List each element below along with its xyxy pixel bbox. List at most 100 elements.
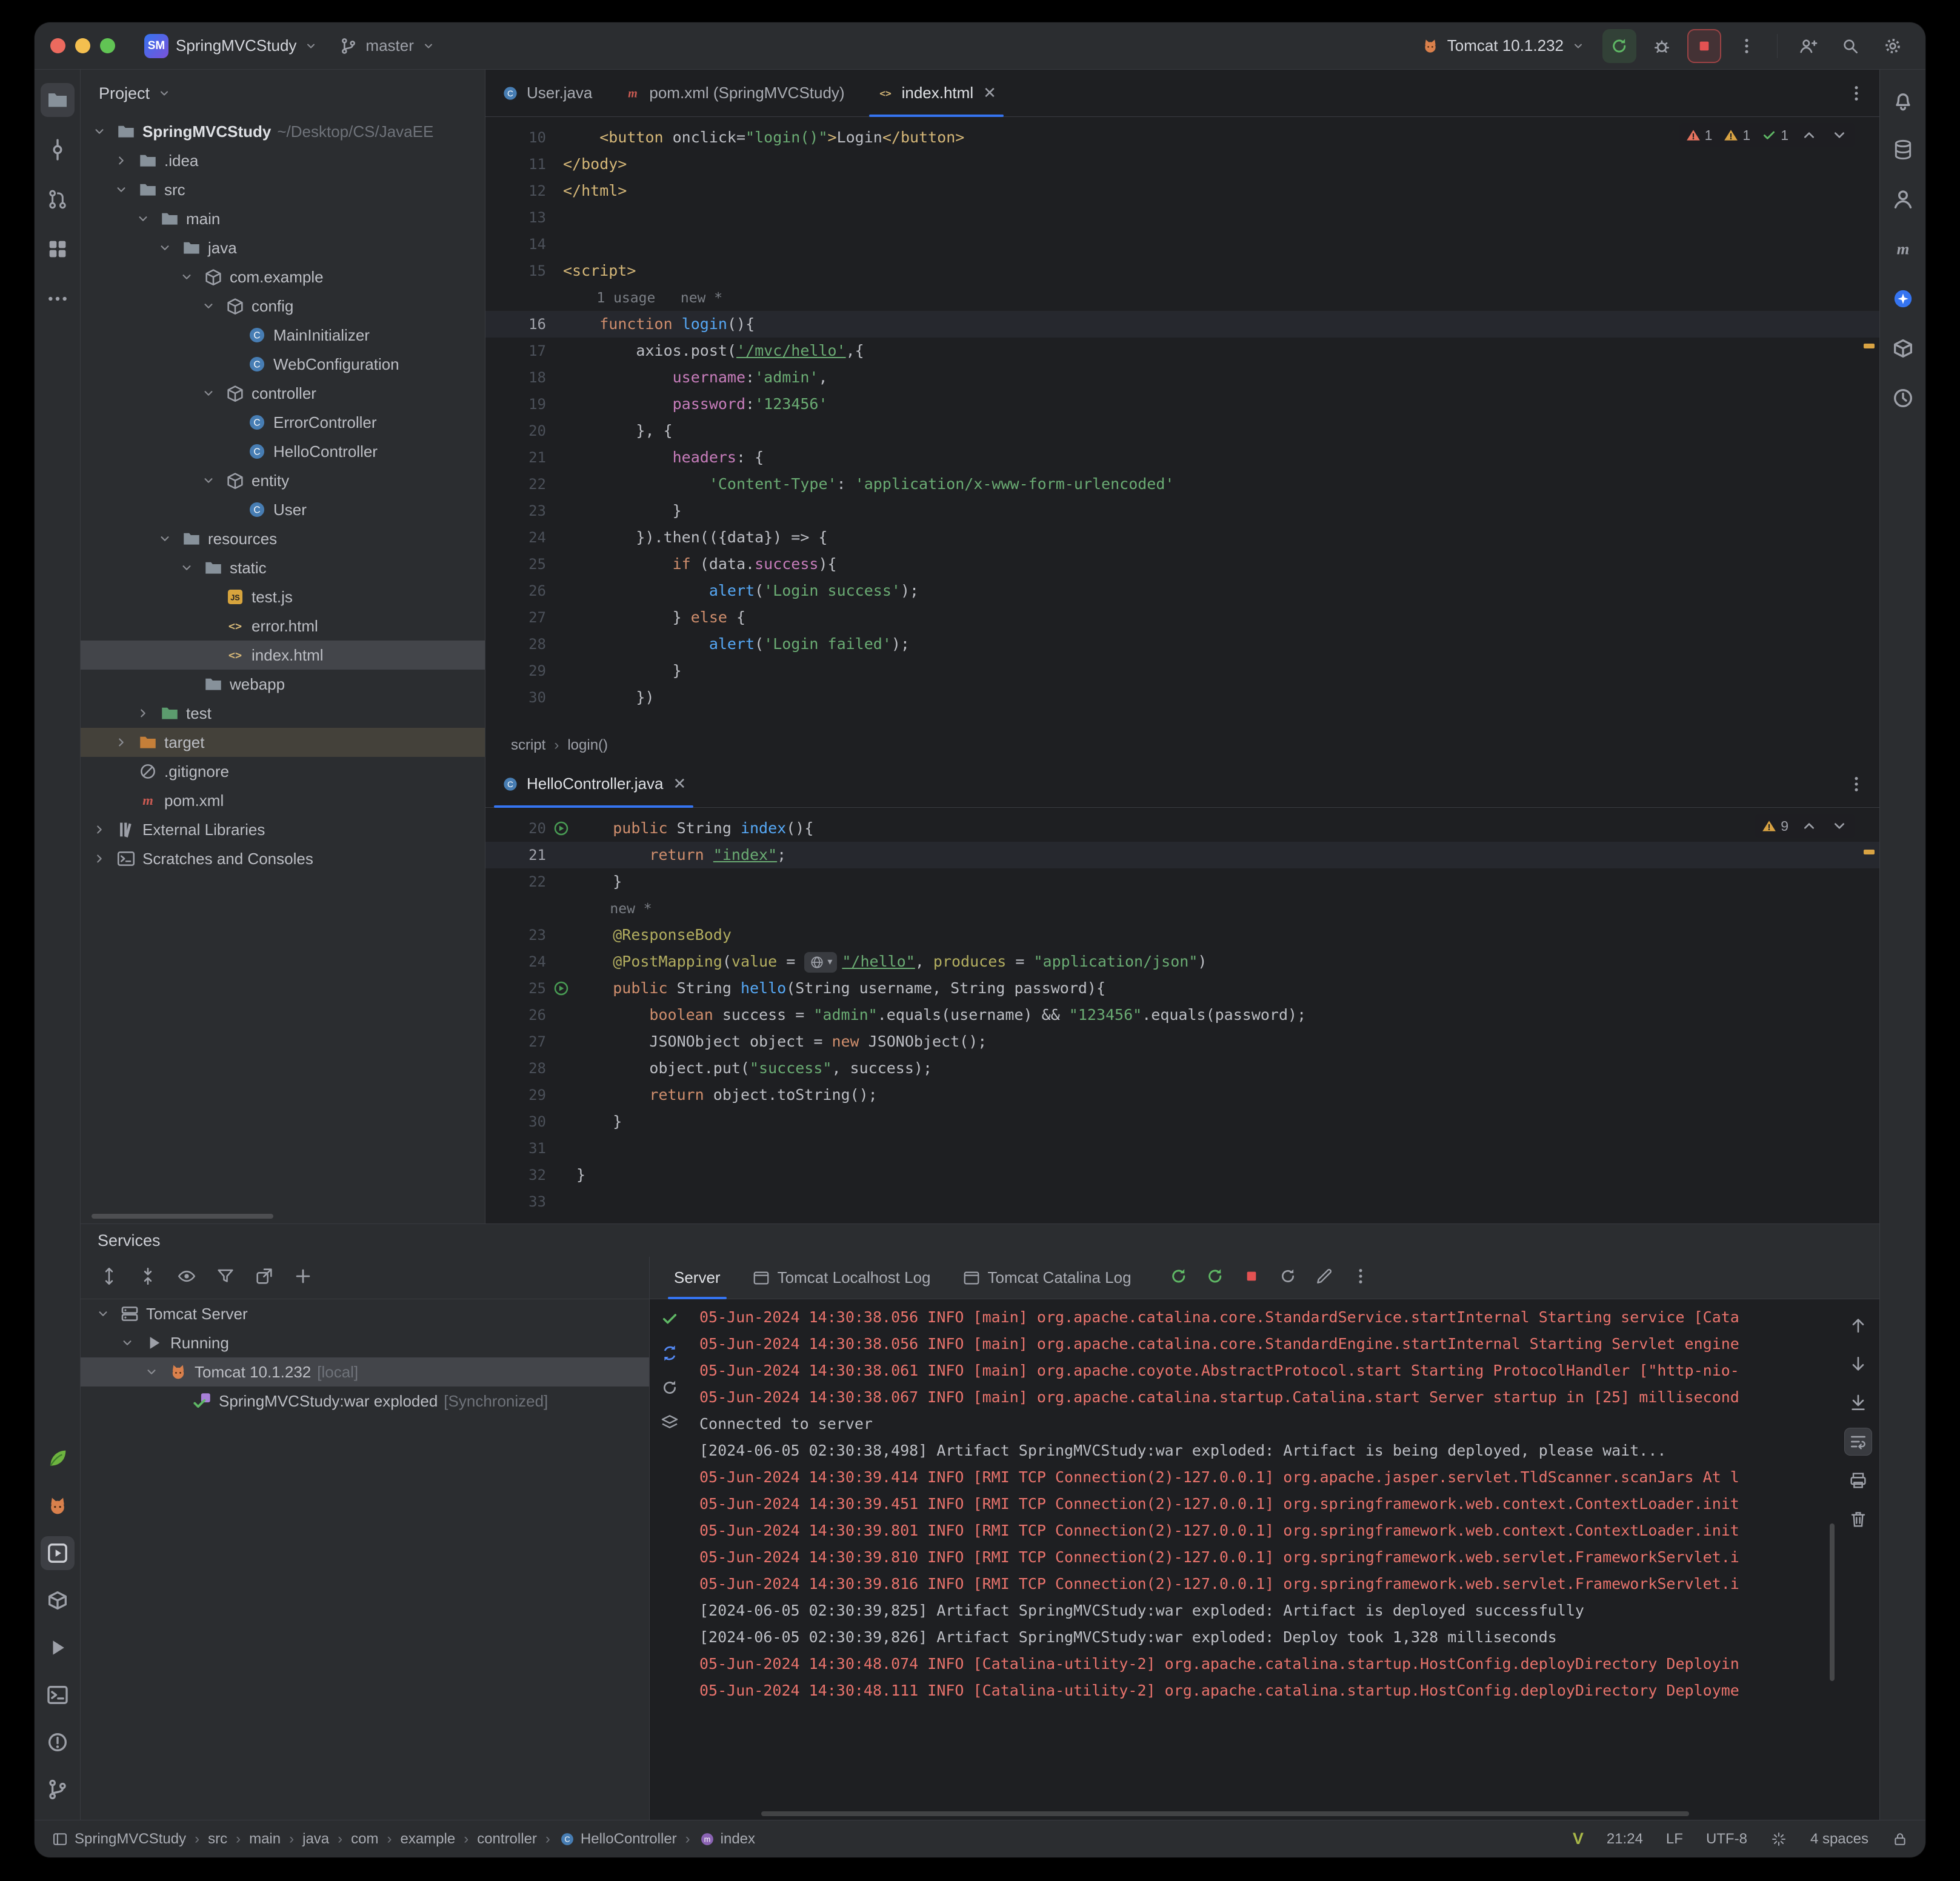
chevron-down-icon[interactable] <box>201 298 216 314</box>
tab-index-html[interactable]: <> index.html ✕ <box>861 70 1012 117</box>
code-line[interactable]: 1 usage new * <box>485 284 1879 311</box>
project-tree-item[interactable]: JS test.js <box>81 582 485 611</box>
code-line[interactable]: 12 </html> <box>485 178 1879 204</box>
code-line[interactable]: 11 </body> <box>485 151 1879 178</box>
stop-button[interactable] <box>1687 28 1721 63</box>
line-separator-widget[interactable]: LF <box>1666 1831 1683 1848</box>
code-line[interactable]: 27 JSONObject object = new JSONObject(); <box>485 1028 1879 1055</box>
tool-strip-build-button[interactable] <box>41 1583 75 1617</box>
code-line[interactable]: 20 public String index(){ <box>485 815 1879 842</box>
close-tab-icon[interactable]: ✕ <box>673 774 686 793</box>
project-tree-item[interactable]: src <box>81 175 485 204</box>
code-line[interactable]: 19 password:'123456' <box>485 391 1879 418</box>
project-tree-item[interactable]: C User <box>81 495 485 524</box>
services-tree-item[interactable]: Tomcat Server <box>81 1299 649 1328</box>
view-options-button[interactable] <box>176 1266 197 1290</box>
deploy-button[interactable] <box>1169 1267 1188 1289</box>
add-service-button[interactable] <box>293 1266 313 1290</box>
chevron-right-icon[interactable] <box>113 734 129 750</box>
expand-all-button[interactable] <box>99 1266 119 1290</box>
chevron-down-icon[interactable] <box>1830 125 1849 145</box>
project-tree-item[interactable]: .gitignore <box>81 757 485 786</box>
project-tree-item[interactable]: main <box>81 204 485 233</box>
code-line[interactable]: 15 <script> <box>485 258 1879 284</box>
chevron-down-icon[interactable] <box>201 473 216 488</box>
editor-index-html[interactable]: 111 10 <button onclick="login()">Login</… <box>485 117 1879 730</box>
editor-hellocontroller-java[interactable]: 9 20 public String index(){21 return "in… <box>485 808 1879 1223</box>
project-tree-item[interactable]: .idea <box>81 146 485 175</box>
code-with-me-button[interactable] <box>1791 29 1825 63</box>
warning-badge[interactable]: 9 <box>1761 818 1788 834</box>
cursor-position-widget[interactable]: 21:24 <box>1607 1831 1643 1848</box>
server-status-button[interactable] <box>660 1309 679 1331</box>
tab-tomcat-catalina-log[interactable]: Tomcat Catalina Log <box>947 1257 1147 1299</box>
project-tree-item[interactable]: C MainInitializer <box>81 321 485 350</box>
code-line[interactable]: 24 @PostMapping(value = ▾ "/hello", produ… <box>485 948 1879 975</box>
tool-strip-structure-button[interactable] <box>41 232 75 266</box>
statusbar-breadcrumb-item[interactable]: src <box>208 1831 227 1848</box>
code-line[interactable]: 10 <button onclick="login()">Login</butt… <box>485 124 1879 151</box>
project-tree-item[interactable]: External Libraries <box>81 815 485 844</box>
chevron-up-icon[interactable] <box>1799 125 1819 145</box>
tab-user-java[interactable]: C User.java <box>485 70 608 116</box>
tool-strip-run-button[interactable] <box>41 1631 75 1665</box>
tool-strip-maven-button[interactable]: m <box>1886 232 1920 266</box>
breadcrumb-item[interactable]: script <box>511 737 545 754</box>
statusbar-breadcrumb-item[interactable]: m index <box>699 1831 755 1848</box>
code-line[interactable]: 26 boolean success = "admin".equals(user… <box>485 1002 1879 1028</box>
statusbar-breadcrumb-item[interactable]: example <box>400 1831 455 1848</box>
chevron-down-icon[interactable] <box>92 124 107 139</box>
refresh-button[interactable] <box>1278 1267 1298 1289</box>
code-line[interactable]: 21 return "index"; <box>485 842 1879 868</box>
scroll-up-button[interactable] <box>1844 1311 1872 1339</box>
tool-strip-more-tool-windows-button[interactable] <box>41 282 75 316</box>
deployed-artifacts-button[interactable] <box>660 1413 679 1435</box>
project-tree-item[interactable]: webapp <box>81 670 485 699</box>
chevron-down-icon[interactable] <box>1830 816 1849 836</box>
project-tree-item[interactable]: m pom.xml <box>81 786 485 815</box>
chevron-right-icon[interactable] <box>92 851 107 867</box>
project-tree-item[interactable]: <> index.html <box>81 641 485 670</box>
breadcrumb-item[interactable]: login() <box>567 737 608 754</box>
refresh-deployment-button[interactable] <box>660 1378 679 1400</box>
ok-badge[interactable]: 1 <box>1761 127 1788 144</box>
background-tasks-widget[interactable] <box>1770 1831 1787 1848</box>
code-line[interactable]: 28 alert('Login failed'); <box>485 631 1879 658</box>
code-line[interactable]: 18 username:'admin', <box>485 364 1879 391</box>
project-tree-item[interactable]: Scratches and Consoles <box>81 844 485 873</box>
code-line[interactable]: 25 public String hello(String username, … <box>485 975 1879 1002</box>
search-everywhere-button[interactable] <box>1833 29 1867 63</box>
tool-strip-history-button[interactable] <box>1886 381 1920 415</box>
open-in-new-tab-button[interactable] <box>254 1266 275 1290</box>
project-tree-item[interactable]: java <box>81 233 485 262</box>
code-line[interactable]: 32} <box>485 1162 1879 1188</box>
tab-pom-xml-springmvcstudy-[interactable]: m pom.xml (SpringMVCStudy) <box>608 70 860 116</box>
warning-stripe-mark[interactable] <box>1864 849 1875 854</box>
update-application-button[interactable] <box>660 1343 679 1366</box>
tab-server[interactable]: Server <box>658 1257 736 1299</box>
chevron-right-icon[interactable] <box>92 822 107 837</box>
clear-all-button[interactable] <box>1844 1505 1872 1533</box>
zoom-window-button[interactable] <box>100 38 115 53</box>
code-line[interactable]: 13 <box>485 204 1879 231</box>
tool-strip-version-control-button[interactable] <box>41 1773 75 1806</box>
close-tab-icon[interactable]: ✕ <box>983 84 996 102</box>
code-line[interactable]: new * <box>485 895 1879 922</box>
statusbar-breadcrumb-item[interactable]: com <box>351 1831 378 1848</box>
code-line[interactable]: 23 } <box>485 498 1879 524</box>
tab-options-icon[interactable] <box>1847 774 1866 794</box>
code-line[interactable]: 16 function login(){ <box>485 311 1879 338</box>
chevron-down-icon[interactable] <box>157 531 173 547</box>
settings-button[interactable] <box>1876 29 1910 63</box>
statusbar-breadcrumb-item[interactable]: main <box>249 1831 281 1848</box>
code-line[interactable]: 24 }).then(({data}) => { <box>485 524 1879 551</box>
vim-mode-widget[interactable]: V <box>1573 1829 1584 1848</box>
warning-stripe-mark[interactable] <box>1864 344 1875 349</box>
write-access-widget[interactable] <box>1892 1831 1908 1848</box>
code-line[interactable]: 22 } <box>485 868 1879 895</box>
mapping-icon[interactable] <box>552 979 570 997</box>
scroll-to-end-button[interactable] <box>1844 1389 1872 1417</box>
scroll-down-button[interactable] <box>1844 1350 1872 1378</box>
print-button[interactable] <box>1844 1467 1872 1494</box>
chevron-up-icon[interactable] <box>1799 816 1819 836</box>
